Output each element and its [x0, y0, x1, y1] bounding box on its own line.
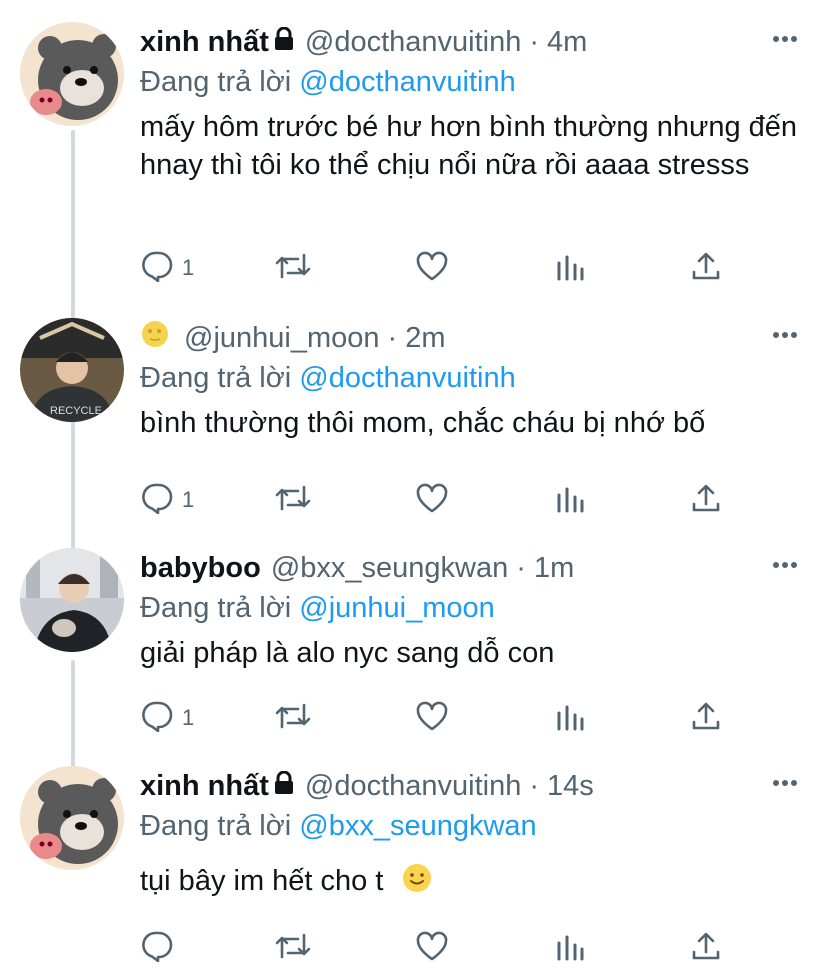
- reply-icon: [140, 930, 174, 967]
- share-button[interactable]: [690, 480, 722, 520]
- retweet-button[interactable]: [274, 248, 312, 288]
- retweet-button[interactable]: [274, 480, 312, 520]
- analytics-icon: [555, 701, 585, 736]
- replying-to: Đang trả lời @docthanvuitinh: [140, 358, 808, 398]
- like-button[interactable]: [415, 480, 449, 520]
- timestamp[interactable]: 2m: [405, 322, 445, 355]
- share-icon: [690, 250, 722, 287]
- more-icon[interactable]: [772, 30, 798, 48]
- share-icon: [690, 482, 722, 519]
- avatar[interactable]: [20, 766, 124, 870]
- smile-emoji-icon: [401, 862, 433, 904]
- more-icon[interactable]: [772, 556, 798, 574]
- user-handle[interactable]: @docthanvuitinh: [305, 770, 521, 803]
- replying-to-label: Đang trả lời: [140, 362, 292, 394]
- lock-icon: [273, 26, 295, 59]
- thread-line: [71, 130, 75, 320]
- svg-text:RECYCLE: RECYCLE: [50, 405, 102, 417]
- thread-line: [71, 660, 75, 770]
- like-button[interactable]: [415, 248, 449, 288]
- retweet-icon: [274, 483, 312, 518]
- timestamp[interactable]: 14s: [547, 770, 594, 803]
- action-bar: [140, 928, 740, 968]
- analytics-button[interactable]: [555, 928, 585, 968]
- like-button[interactable]: [415, 928, 449, 968]
- analytics-icon: [555, 483, 585, 518]
- user-handle[interactable]: @docthanvuitinh: [305, 26, 521, 59]
- mention-link[interactable]: @docthanvuitinh: [299, 66, 515, 98]
- replying-to: Đang trả lời @docthanvuitinh: [140, 62, 808, 102]
- retweet-icon: [274, 931, 312, 966]
- separator: ·: [387, 321, 398, 354]
- analytics-icon: [555, 251, 585, 286]
- tweet-text: bình thường thôi mom, chắc cháu bị nhớ b…: [140, 407, 706, 439]
- action-bar: 1: [140, 480, 740, 520]
- more-icon[interactable]: [772, 326, 798, 344]
- avatar[interactable]: [20, 22, 124, 126]
- user-handle[interactable]: @bxx_seungkwan: [271, 552, 508, 585]
- reply-icon: [140, 482, 174, 519]
- mention-link[interactable]: @docthanvuitinh: [299, 362, 515, 394]
- analytics-button[interactable]: [555, 248, 585, 288]
- like-icon: [415, 251, 449, 286]
- analytics-icon: [555, 931, 585, 966]
- action-bar: 1: [140, 698, 740, 738]
- reply-button[interactable]: [140, 928, 182, 968]
- retweet-icon: [274, 701, 312, 736]
- share-button[interactable]: [690, 698, 722, 738]
- analytics-button[interactable]: [555, 698, 585, 738]
- separator: ·: [529, 769, 540, 802]
- analytics-button[interactable]: [555, 480, 585, 520]
- replying-to-label: Đang trả lời: [140, 66, 292, 98]
- replying-to-label: Đang trả lời: [140, 592, 292, 624]
- reply-count: 1: [182, 705, 195, 730]
- reply-count: 1: [182, 255, 195, 280]
- display-name[interactable]: xinh nhất: [140, 26, 269, 59]
- more-icon[interactable]: [772, 774, 798, 792]
- display-name[interactable]: xinh nhất: [140, 770, 269, 803]
- lock-icon: [273, 770, 295, 803]
- reply-icon: [140, 250, 174, 287]
- tweet-text-row: tụi bây im hết cho t: [140, 862, 808, 904]
- retweet-button[interactable]: [274, 928, 312, 968]
- display-name[interactable]: babyboo: [140, 552, 261, 585]
- retweet-icon: [274, 251, 312, 286]
- thread-line: [71, 420, 75, 550]
- like-icon: [415, 701, 449, 736]
- reply-button[interactable]: 1: [140, 248, 194, 288]
- separator: ·: [529, 25, 540, 58]
- tweet-text: giải pháp là alo nyc sang dỗ con: [140, 637, 555, 669]
- share-button[interactable]: [690, 928, 722, 968]
- mention-link[interactable]: @bxx_seungkwan: [299, 810, 536, 842]
- mention-link[interactable]: @junhui_moon: [299, 592, 495, 624]
- timestamp[interactable]: 1m: [534, 552, 574, 585]
- replying-to: Đang trả lời @bxx_seungkwan: [140, 806, 808, 846]
- tweet-text: tụi bây im hết cho t: [140, 865, 384, 897]
- like-button[interactable]: [415, 698, 449, 738]
- action-bar: 1: [140, 248, 740, 288]
- share-button[interactable]: [690, 248, 722, 288]
- reply-count: 1: [182, 487, 195, 512]
- user-handle[interactable]: @junhui_moon: [184, 322, 380, 355]
- like-icon: [415, 483, 449, 518]
- share-icon: [690, 700, 722, 737]
- avatar[interactable]: [20, 548, 124, 652]
- replying-to-label: Đang trả lời: [140, 810, 292, 842]
- reply-button[interactable]: 1: [140, 698, 194, 738]
- moon-emoji-icon: [140, 319, 170, 357]
- like-icon: [415, 931, 449, 966]
- reply-icon: [140, 700, 174, 737]
- retweet-button[interactable]: [274, 698, 312, 738]
- replying-to: Đang trả lời @junhui_moon: [140, 588, 808, 628]
- timestamp[interactable]: 4m: [547, 26, 587, 59]
- tweet-text: mấy hôm trước bé hư hơn bình thường nhưn…: [140, 111, 798, 181]
- separator: ·: [516, 551, 526, 584]
- share-icon: [690, 930, 722, 967]
- avatar[interactable]: RECYCLE: [20, 318, 124, 422]
- reply-button[interactable]: 1: [140, 480, 194, 520]
